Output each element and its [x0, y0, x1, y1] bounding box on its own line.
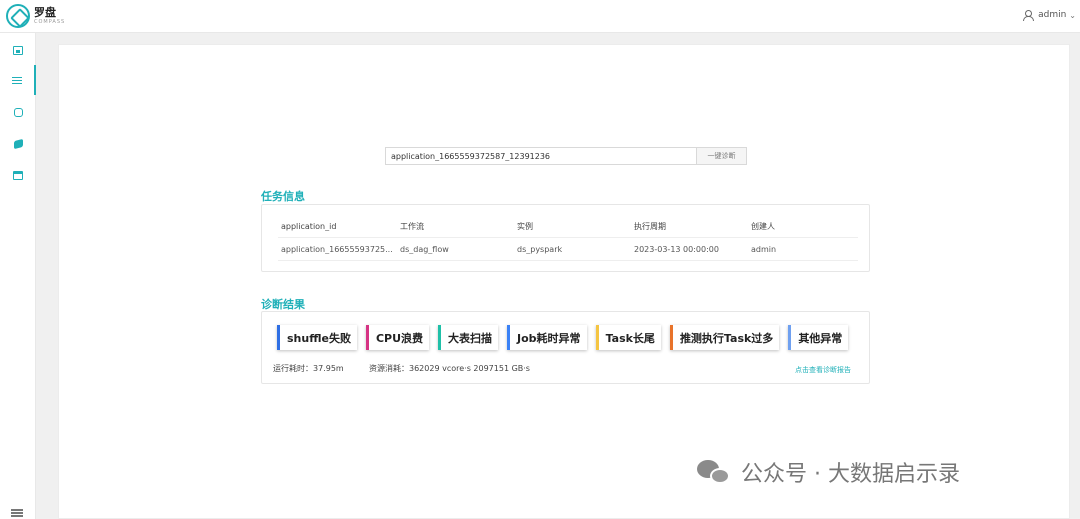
compass-logo-icon: [6, 4, 30, 28]
table-header-row: application_id 工作流 实例 执行周期 创建人: [278, 215, 858, 238]
app-title: 罗盘: [34, 6, 56, 19]
task-info-title: 任务信息: [261, 190, 305, 203]
resource-label: 资源消耗：: [369, 364, 409, 373]
cell-creator: admin: [751, 244, 777, 254]
watermark-text: 公众号 · 大数据启示录: [741, 462, 960, 487]
tag-other-anomaly[interactable]: 其他异常: [788, 325, 849, 350]
sidebar-item-diagnosis[interactable]: [0, 65, 36, 95]
app-subtitle: COMPASS: [34, 19, 66, 25]
sidebar-item-apps[interactable]: [0, 97, 36, 127]
wechat-icon: [697, 458, 731, 486]
sidebar-item-resources[interactable]: [0, 129, 36, 159]
resource-metric: 资源消耗：362029 vcore·s 2097151 GB·s: [369, 363, 530, 374]
user-name: admin: [1038, 10, 1067, 20]
sidebar-item-overview[interactable]: [0, 35, 36, 65]
sidebar-item-reports[interactable]: [0, 160, 36, 190]
runtime-label: 运行耗时：: [273, 364, 313, 373]
user-menu[interactable]: admin ⌄: [1023, 10, 1076, 21]
diagnosis-result-title: 诊断结果: [261, 298, 305, 311]
header-creator: 创建人: [751, 221, 775, 231]
diagnosis-tags: shuffle失败 CPU浪费 大表扫描 Job耗时异常 Task长尾 推测执行…: [277, 325, 857, 350]
cell-instance: ds_pyspark: [517, 244, 563, 254]
tag-shuffle-failure[interactable]: shuffle失败: [277, 325, 357, 350]
top-header: 罗盘 COMPASS admin ⌄: [0, 0, 1080, 33]
task-info-table: application_id 工作流 实例 执行周期 创建人 applicati…: [278, 215, 858, 261]
main-content: 一键诊断 任务信息 application_id 工作流 实例 执行周期 创建人…: [58, 44, 1070, 519]
watermark: 公众号 · 大数据启示录: [697, 456, 960, 488]
chart-image-icon: [13, 45, 23, 55]
resource-value: 362029 vcore·s 2097151 GB·s: [409, 364, 530, 373]
chevron-down-icon: ⌄: [1069, 10, 1076, 20]
header-instance: 实例: [517, 221, 533, 231]
runtime-value: 37.95m: [313, 364, 344, 373]
user-icon: [1023, 10, 1035, 21]
diagnosis-result-panel: shuffle失败 CPU浪费 大表扫描 Job耗时异常 Task长尾 推测执行…: [261, 311, 870, 384]
table-row[interactable]: application_16655593725... ds_dag_flow d…: [278, 238, 858, 261]
header-application-id: application_id: [281, 221, 337, 231]
sidebar: [0, 33, 36, 519]
diagnose-button[interactable]: 一键诊断: [696, 147, 747, 165]
tag-speculative-task-excess[interactable]: 推测执行Task过多: [669, 325, 780, 350]
folder-icon: [13, 170, 23, 180]
tag-cpu-waste[interactable]: CPU浪费: [365, 325, 430, 350]
tag-job-duration-anomaly[interactable]: Job耗时异常: [507, 325, 587, 350]
tag-large-table-scan[interactable]: 大表扫描: [438, 325, 499, 350]
app-logo[interactable]: 罗盘 COMPASS: [6, 4, 65, 28]
view-report-link[interactable]: 点击查看诊断报告: [795, 365, 851, 375]
task-info-panel: application_id 工作流 实例 执行周期 创建人 applicati…: [261, 204, 870, 272]
header-workflow: 工作流: [400, 221, 424, 231]
cube-icon: [13, 138, 23, 150]
tag-task-long-tail[interactable]: Task长尾: [595, 325, 661, 350]
list-icon: [12, 76, 22, 85]
runtime-metric: 运行耗时：37.95m: [273, 363, 344, 374]
search-bar: 一键诊断: [385, 147, 747, 165]
cell-application-id: application_16655593725...: [281, 244, 393, 254]
header-execution-period: 执行周期: [634, 221, 666, 231]
menu-toggle-icon[interactable]: [11, 509, 23, 517]
cell-workflow: ds_dag_flow: [400, 244, 449, 254]
hexagon-icon: [13, 107, 23, 117]
cell-execution-period: 2023-03-13 00:00:00: [634, 244, 719, 254]
application-id-input[interactable]: [385, 147, 696, 165]
